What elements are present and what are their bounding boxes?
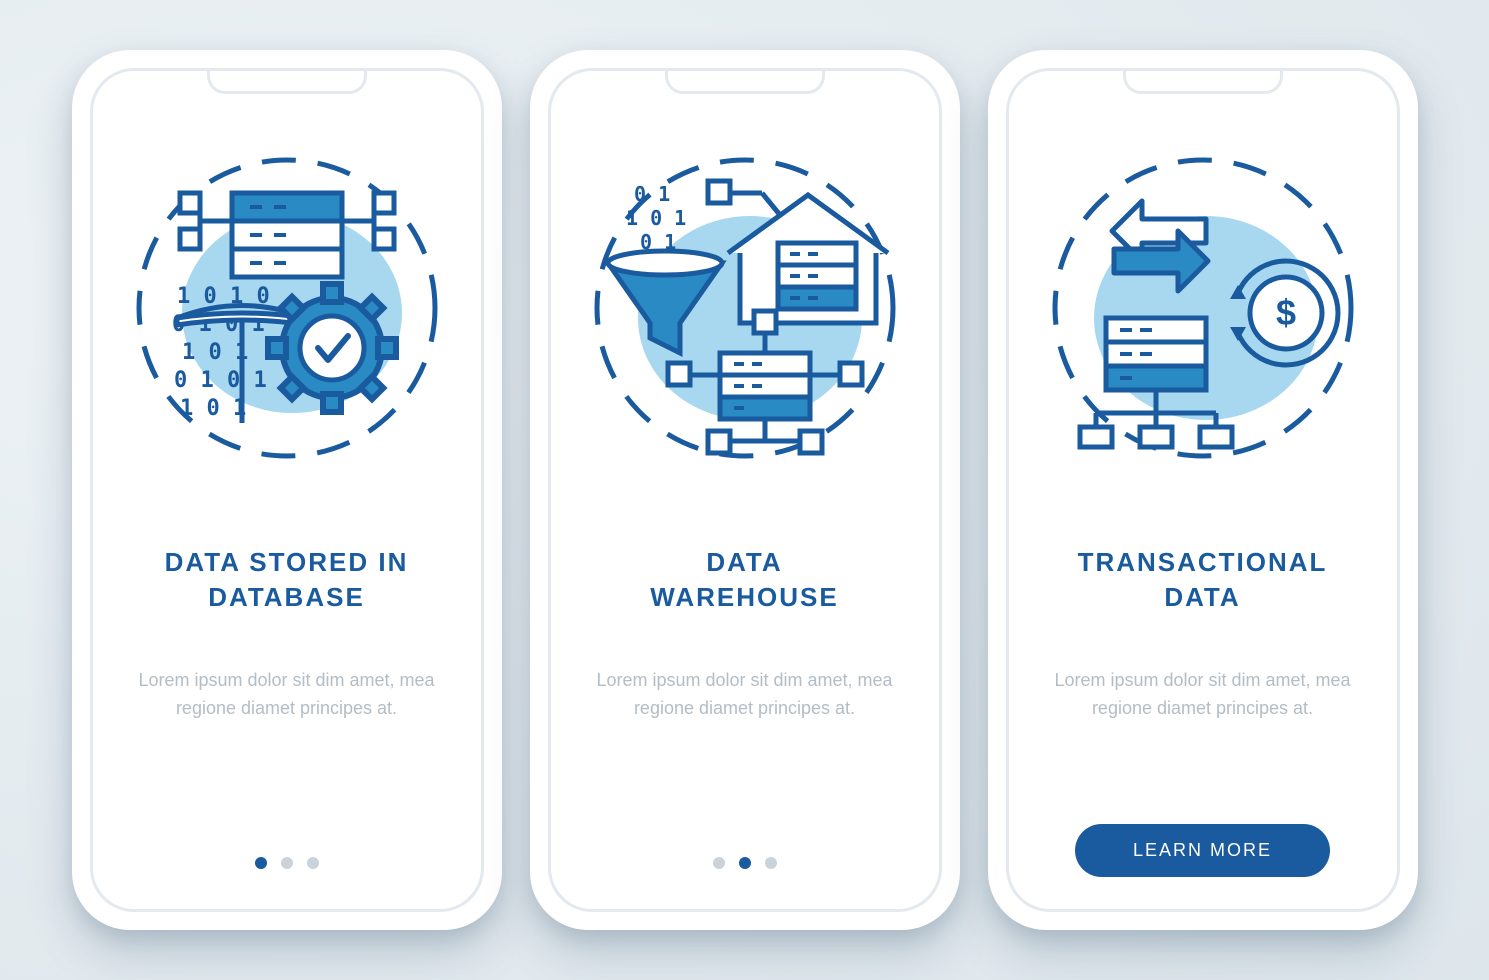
svg-text:1 0 1: 1 0 1 — [180, 396, 246, 421]
pager-dot-1[interactable] — [713, 857, 725, 869]
phone-notch — [665, 68, 825, 94]
svg-text:0 1 0 1: 0 1 0 1 — [174, 368, 267, 393]
phone-mockup-1: 1 0 1 00 1 0 1 1 0 10 1 0 1 1 0 1 — [72, 50, 502, 930]
pager-dot-1[interactable] — [255, 857, 267, 869]
phone-notch — [207, 68, 367, 94]
phone-mockup-2: 0 11 0 10 1 — [530, 50, 960, 930]
onboarding-screen-3: $ TRANSACTIONAL DATA Lorem ipsum dolor s… — [1006, 68, 1400, 912]
pager-dot-2[interactable] — [739, 857, 751, 869]
screen-title: DATA WAREHOUSE — [650, 545, 838, 615]
screen-title: TRANSACTIONAL DATA — [1078, 545, 1328, 615]
learn-more-button[interactable]: LEARN MORE — [1075, 824, 1330, 877]
svg-text:$: $ — [1275, 292, 1295, 333]
pager-dot-2[interactable] — [281, 857, 293, 869]
screen-body: Lorem ipsum dolor sit dim amet, mea regi… — [595, 667, 895, 723]
screen-body: Lorem ipsum dolor sit dim amet, mea regi… — [137, 667, 437, 723]
screen-body: Lorem ipsum dolor sit dim amet, mea regi… — [1053, 667, 1353, 723]
svg-text:1 0 1: 1 0 1 — [182, 340, 248, 365]
svg-text:1 0 1: 1 0 1 — [626, 206, 686, 230]
pager-dot-3[interactable] — [765, 857, 777, 869]
onboarding-screen-1: 1 0 1 00 1 0 1 1 0 10 1 0 1 1 0 1 — [90, 68, 484, 912]
onboarding-phones-row: 1 0 1 00 1 0 1 1 0 10 1 0 1 1 0 1 — [72, 10, 1418, 970]
onboarding-screen-2: 0 11 0 10 1 — [548, 68, 942, 912]
data-warehouse-funnel-icon: 0 11 0 10 1 — [580, 143, 910, 473]
page-indicator — [255, 857, 319, 869]
svg-text:0 1: 0 1 — [634, 182, 670, 206]
database-mining-gear-icon: 1 0 1 00 1 0 1 1 0 10 1 0 1 1 0 1 — [122, 143, 452, 473]
transactional-data-exchange-icon: $ — [1038, 143, 1368, 473]
phone-notch — [1123, 68, 1283, 94]
phone-mockup-3: $ TRANSACTIONAL DATA Lorem ipsum dolor s… — [988, 50, 1418, 930]
pager-dot-3[interactable] — [307, 857, 319, 869]
page-indicator — [713, 857, 777, 869]
screen-title: DATA STORED IN DATABASE — [165, 545, 409, 615]
